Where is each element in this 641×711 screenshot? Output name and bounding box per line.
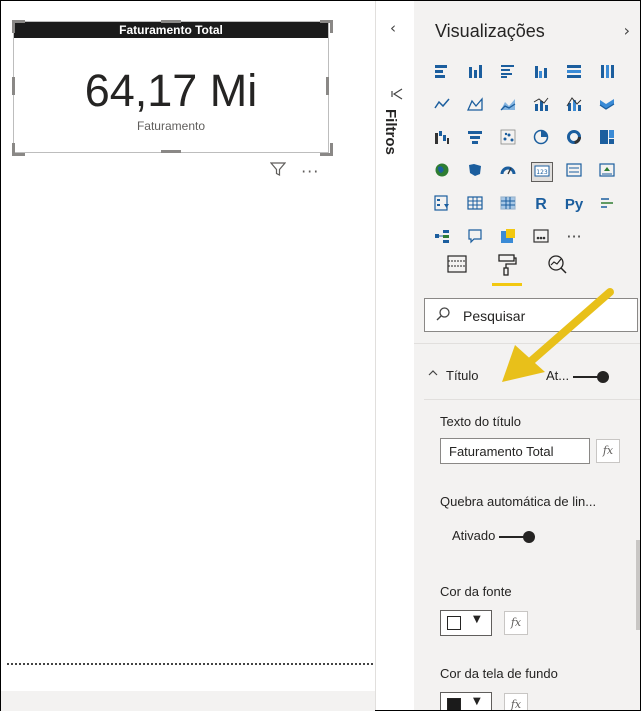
kpi-icon[interactable]	[597, 162, 617, 180]
canvas-bottom-area	[1, 691, 375, 711]
title-properties: Texto do título Faturamento Total fx Que…	[424, 399, 640, 710]
line-and-column-chart-icon[interactable]	[531, 96, 551, 114]
title-text-input[interactable]: Faturamento Total	[440, 438, 590, 464]
scrollbar-thumb[interactable]	[636, 540, 640, 630]
word-wrap-label: Quebra automática de lin...	[440, 494, 597, 509]
background-color-picker[interactable]: ▼	[440, 692, 492, 710]
key-influencers-icon[interactable]	[597, 195, 617, 213]
card-title: Faturamento Total	[14, 22, 328, 38]
gauge-icon[interactable]	[498, 162, 518, 180]
title-section-label: Título	[446, 368, 479, 383]
filled-map-icon[interactable]	[465, 162, 485, 180]
treemap-icon[interactable]	[597, 129, 617, 147]
chevron-right-icon[interactable]: ›	[624, 21, 630, 40]
toggle-switch-icon[interactable]	[499, 530, 535, 543]
card-visual-icon[interactable]: 123	[531, 162, 553, 182]
resize-handle-top[interactable]	[161, 20, 181, 23]
resize-handle-left[interactable]	[12, 77, 15, 95]
decomposition-tree-icon[interactable]	[432, 228, 452, 246]
line-chart-icon[interactable]	[432, 96, 452, 114]
search-input[interactable]	[461, 305, 633, 327]
waterfall-chart-icon[interactable]	[432, 129, 452, 147]
pane-title: Visualizações	[435, 21, 545, 41]
map-icon[interactable]	[432, 162, 452, 180]
analytics-tab[interactable]	[542, 253, 572, 283]
clustered-column-chart-icon[interactable]	[531, 63, 551, 81]
chevron-left-icon[interactable]: ‹	[390, 19, 396, 37]
word-wrap-toggle-label: Ativado	[452, 528, 496, 543]
font-color-label: Cor da fonte	[440, 584, 512, 599]
resize-handle-top-right[interactable]	[320, 20, 333, 33]
ribbon-chart-icon[interactable]	[597, 96, 617, 114]
title-section-header[interactable]: Título At...	[424, 365, 638, 391]
fields-tab[interactable]	[442, 253, 472, 283]
card-visual[interactable]: Faturamento Total 64,17 Mi Faturamento	[12, 20, 333, 156]
resize-handle-bottom-left[interactable]	[12, 143, 25, 156]
filters-pane-collapsed[interactable]: ‹ Filtros	[375, 1, 415, 710]
resize-handle-right[interactable]	[326, 77, 329, 95]
line-and-stacked-column-icon[interactable]	[564, 96, 584, 114]
resize-handle-bottom-right[interactable]	[320, 143, 333, 156]
r-script-visual-icon[interactable]: R	[531, 195, 551, 213]
report-canvas[interactable]: Faturamento Total 64,17 Mi Faturamento ·…	[1, 1, 375, 711]
color-swatch-white	[447, 616, 461, 630]
search-box[interactable]	[424, 298, 638, 332]
title-text-label: Texto do título	[440, 414, 521, 429]
area-chart-icon[interactable]	[465, 96, 485, 114]
format-tab[interactable]	[492, 253, 522, 286]
pane-tabs	[442, 253, 612, 289]
color-swatch-black	[447, 698, 461, 710]
title-toggle[interactable]: At...	[546, 368, 609, 383]
background-color-label: Cor da tela de fundo	[440, 666, 558, 681]
slicer-icon[interactable]	[432, 195, 452, 213]
word-wrap-toggle[interactable]: Ativado	[452, 528, 535, 543]
matrix-icon[interactable]	[498, 195, 518, 213]
python-visual-icon[interactable]: Py	[564, 195, 584, 213]
scatter-chart-icon[interactable]	[498, 129, 518, 147]
smart-narrative-icon[interactable]	[498, 228, 518, 246]
fx-button-background[interactable]: fx	[504, 693, 528, 710]
donut-chart-icon[interactable]	[564, 129, 584, 147]
resize-handle-bottom[interactable]	[161, 150, 181, 153]
fx-button-title[interactable]: fx	[596, 439, 620, 463]
divider	[414, 343, 640, 344]
funnel-icon	[390, 87, 404, 105]
funnel-chart-icon[interactable]	[465, 129, 485, 147]
svg-text:123: 123	[536, 169, 548, 176]
get-more-visuals-icon[interactable]: ···	[564, 228, 584, 246]
dropdown-arrow-icon: ▼	[473, 614, 481, 625]
more-options-icon[interactable]: ···	[301, 162, 319, 181]
resize-handle-top-left[interactable]	[12, 20, 25, 33]
title-toggle-label: At...	[546, 368, 570, 383]
font-color-picker[interactable]: ▼	[440, 610, 492, 636]
search-icon	[435, 306, 451, 326]
filters-label[interactable]: Filtros	[382, 109, 399, 155]
table-icon[interactable]	[465, 195, 485, 213]
stacked-column-chart-icon[interactable]	[465, 63, 485, 81]
stacked-bar-chart-icon[interactable]	[432, 63, 452, 81]
card-toolbar: ···	[269, 161, 329, 181]
qa-visual-icon[interactable]	[465, 228, 485, 246]
chevron-up-icon[interactable]	[427, 367, 439, 383]
stacked-area-chart-icon[interactable]	[498, 96, 518, 114]
100-stacked-bar-icon[interactable]	[564, 63, 584, 81]
pie-chart-icon[interactable]	[531, 129, 551, 147]
clustered-bar-chart-icon[interactable]	[498, 63, 518, 81]
paginated-report-icon[interactable]	[531, 228, 551, 246]
page-boundary-line	[7, 663, 373, 665]
dropdown-arrow-icon: ▼	[473, 696, 481, 707]
card-label: Faturamento	[136, 119, 206, 133]
fx-button-font-color[interactable]: fx	[504, 611, 528, 635]
100-stacked-column-icon[interactable]	[597, 63, 617, 81]
toggle-switch-icon[interactable]	[572, 370, 609, 383]
visualizations-pane: Visualizações › 123 R Py ··· Pesquisar T…	[414, 1, 640, 710]
card-value: 64,17 Mi	[84, 65, 258, 116]
multi-row-card-icon[interactable]	[564, 162, 584, 180]
filter-icon[interactable]	[269, 161, 287, 181]
